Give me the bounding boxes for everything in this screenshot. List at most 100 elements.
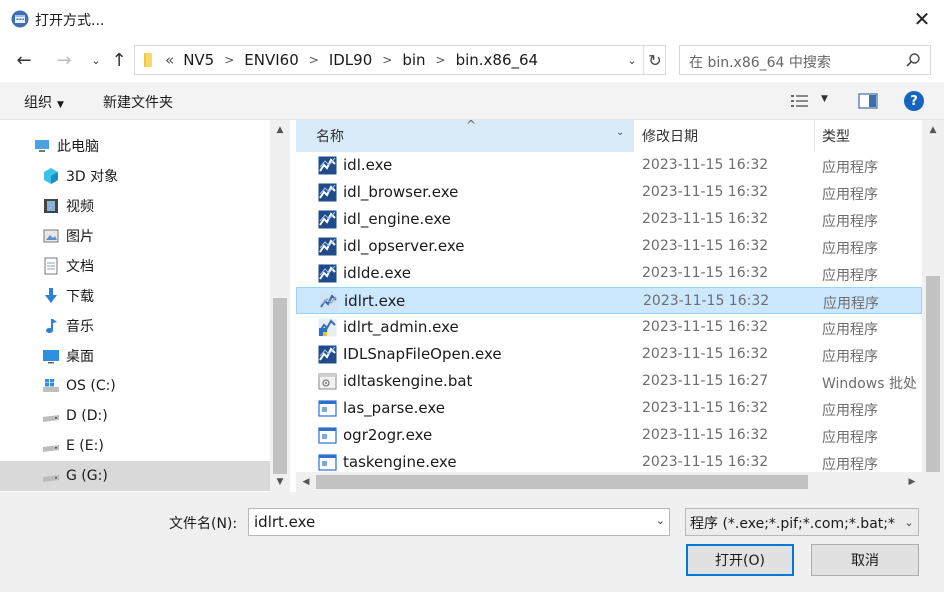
breadcrumb-item[interactable]: NV5 [183, 51, 214, 69]
file-row[interactable]: idl.exe 2023-11-15 16:32 应用程序 [296, 152, 922, 179]
scrollbar-corner [922, 472, 944, 492]
refresh-button[interactable]: ↻ [643, 46, 666, 74]
breadcrumb-overflow[interactable]: « [165, 51, 174, 69]
file-row[interactable]: ogr2ogr.exe 2023-11-15 16:32 应用程序 [296, 422, 922, 449]
arrow-up-icon: ↑ [111, 49, 127, 71]
command-bar: 组织 ▼ 新建文件夹 ▼ ? [0, 82, 944, 120]
sidebar-item-label: OS (C:) [66, 378, 116, 394]
scroll-right-icon[interactable]: ▶ [902, 472, 922, 492]
view-options-caret-icon[interactable]: ▼ [821, 94, 828, 104]
column-filter-dropdown-icon[interactable]: ⌄ [616, 127, 624, 138]
file-list-horizontal-scrollbar[interactable]: ◀ ▶ [296, 472, 922, 492]
address-dropdown-button[interactable]: ⌄ [623, 50, 641, 70]
sidebar-item-pictures[interactable]: 图片 [0, 221, 270, 251]
column-header-label: 类型 [822, 129, 850, 145]
chevron-right-icon[interactable]: > [224, 53, 234, 67]
column-header-label: 名称 [316, 129, 344, 145]
file-row[interactable]: las_parse.exe 2023-11-15 16:32 应用程序 [296, 395, 922, 422]
idl-exe-icon [318, 237, 337, 256]
address-bar[interactable]: « NV5 > ENVI60 > IDL90 > bin > bin.x86_6… [134, 45, 666, 75]
file-row[interactable]: idl_opserver.exe 2023-11-15 16:32 应用程序 [296, 233, 922, 260]
file-row[interactable]: taskengine.exe 2023-11-15 16:32 应用程序 [296, 449, 922, 472]
column-header-date[interactable]: 修改日期 [635, 120, 815, 152]
chevron-right-icon[interactable]: > [309, 53, 319, 67]
file-name: ogr2ogr.exe [343, 426, 433, 444]
breadcrumb-item[interactable]: bin.x86_64 [456, 51, 539, 69]
help-icon[interactable]: ? [904, 91, 924, 111]
file-row[interactable]: idl_engine.exe 2023-11-15 16:32 应用程序 [296, 206, 922, 233]
filetype-select[interactable]: 程序 (*.exe;*.pif;*.com;*.bat;* ⌄ [685, 508, 919, 536]
chevron-right-icon[interactable]: > [382, 53, 392, 67]
sidebar-item-drive-g[interactable]: G (G:) [0, 461, 270, 491]
column-header-type[interactable]: 类型 [816, 120, 922, 152]
navigation-pane-scrollbar[interactable]: ▲ ▼ [270, 120, 290, 492]
up-button[interactable]: ↑ [107, 48, 131, 72]
download-icon [45, 288, 57, 303]
idl-exe-icon [318, 264, 337, 283]
sidebar-item-downloads[interactable]: 下载 [0, 281, 270, 311]
filename-input[interactable]: idlrt.exe [254, 513, 315, 531]
open-button[interactable]: 打开(O) [686, 544, 794, 576]
file-date: 2023-11-15 16:32 [642, 157, 769, 173]
chevron-down-icon[interactable]: ⌄ [656, 514, 665, 527]
file-row[interactable]: idlrt_admin.exe 2023-11-15 16:32 应用程序 [296, 314, 922, 341]
sidebar-item-this-pc[interactable]: 此电脑 [0, 131, 270, 161]
scroll-up-icon[interactable]: ▲ [923, 122, 943, 138]
sidebar-item-music[interactable]: 音乐 [0, 311, 270, 341]
filename-label: 文件名(N): [169, 516, 238, 532]
search-box[interactable]: 在 bin.x86_64 中搜索 [679, 45, 931, 75]
sidebar-item-3d-objects[interactable]: 3D 对象 [0, 161, 270, 191]
scrollbar-thumb[interactable] [926, 276, 940, 472]
sidebar-item-label: D (D:) [66, 408, 108, 424]
idl-exe-icon [318, 183, 337, 202]
chevron-down-icon: ⌄ [91, 53, 101, 67]
filename-combobox[interactable]: idlrt.exe ⌄ [248, 508, 670, 536]
sidebar-item-desktop[interactable]: 桌面 [0, 341, 270, 371]
chevron-right-icon[interactable]: > [436, 53, 446, 67]
scrollbar-thumb[interactable] [316, 475, 808, 489]
breadcrumb-item[interactable]: bin [402, 51, 425, 69]
breadcrumb-item[interactable]: IDL90 [329, 51, 372, 69]
back-button[interactable]: ← [12, 48, 36, 72]
drive-icon [43, 445, 59, 452]
scroll-down-icon[interactable]: ▼ [270, 474, 290, 490]
scroll-up-icon[interactable]: ▲ [270, 122, 290, 138]
organize-label: 组织 [24, 95, 52, 111]
file-row[interactable]: idlrt.exe 2023-11-15 16:32 应用程序 [296, 287, 922, 314]
column-header-name[interactable]: 名称 ^ ⌄ [296, 120, 634, 152]
music-icon [46, 319, 57, 333]
forward-button[interactable]: → [52, 48, 76, 72]
file-date: 2023-11-15 16:32 [642, 400, 769, 416]
scroll-left-icon[interactable]: ◀ [296, 472, 316, 492]
new-folder-button[interactable]: 新建文件夹 [103, 92, 173, 112]
chevron-down-icon[interactable]: ⌄ [900, 509, 918, 535]
file-name: idlrt_admin.exe [343, 318, 459, 336]
file-date: 2023-11-15 16:32 [643, 293, 770, 309]
sidebar-item-documents[interactable]: 文档 [0, 251, 270, 281]
file-row[interactable]: idlde.exe 2023-11-15 16:32 应用程序 [296, 260, 922, 287]
generic-exe-icon [318, 426, 337, 445]
sidebar-item-drive-e[interactable]: E (E:) [0, 431, 270, 461]
file-list-scrollbar[interactable]: ▲ [922, 120, 944, 472]
search-input[interactable]: 在 bin.x86_64 中搜索 [689, 52, 831, 72]
sort-ascending-icon: ^ [466, 120, 477, 132]
close-button[interactable]: ✕ [902, 4, 942, 34]
file-date: 2023-11-15 16:32 [642, 265, 769, 281]
sidebar-item-label: 下载 [66, 289, 94, 305]
organize-button[interactable]: 组织 ▼ [24, 92, 64, 112]
idlrt-admin-icon [318, 318, 337, 337]
sidebar-item-videos[interactable]: 视频 [0, 191, 270, 221]
sidebar-item-drive-d[interactable]: D (D:) [0, 401, 270, 431]
cancel-button[interactable]: 取消 [811, 544, 919, 576]
view-options-icon[interactable] [790, 93, 810, 109]
preview-pane-icon[interactable] [858, 93, 878, 109]
pane-splitter[interactable] [290, 120, 295, 492]
sidebar-item-drive-c[interactable]: OS (C:) [0, 371, 270, 401]
file-row[interactable]: idltaskengine.bat 2023-11-15 16:27 Windows… [296, 368, 922, 395]
scrollbar-thumb[interactable] [273, 298, 287, 474]
file-row[interactable]: IDLSnapFileOpen.exe 2023-11-15 16:32 应用程序 [296, 341, 922, 368]
breadcrumb-item[interactable]: ENVI60 [244, 51, 298, 69]
recent-locations-button[interactable]: ⌄ [84, 48, 108, 72]
file-row[interactable]: idl_browser.exe 2023-11-15 16:32 应用程序 [296, 179, 922, 206]
file-date: 2023-11-15 16:32 [642, 184, 769, 200]
